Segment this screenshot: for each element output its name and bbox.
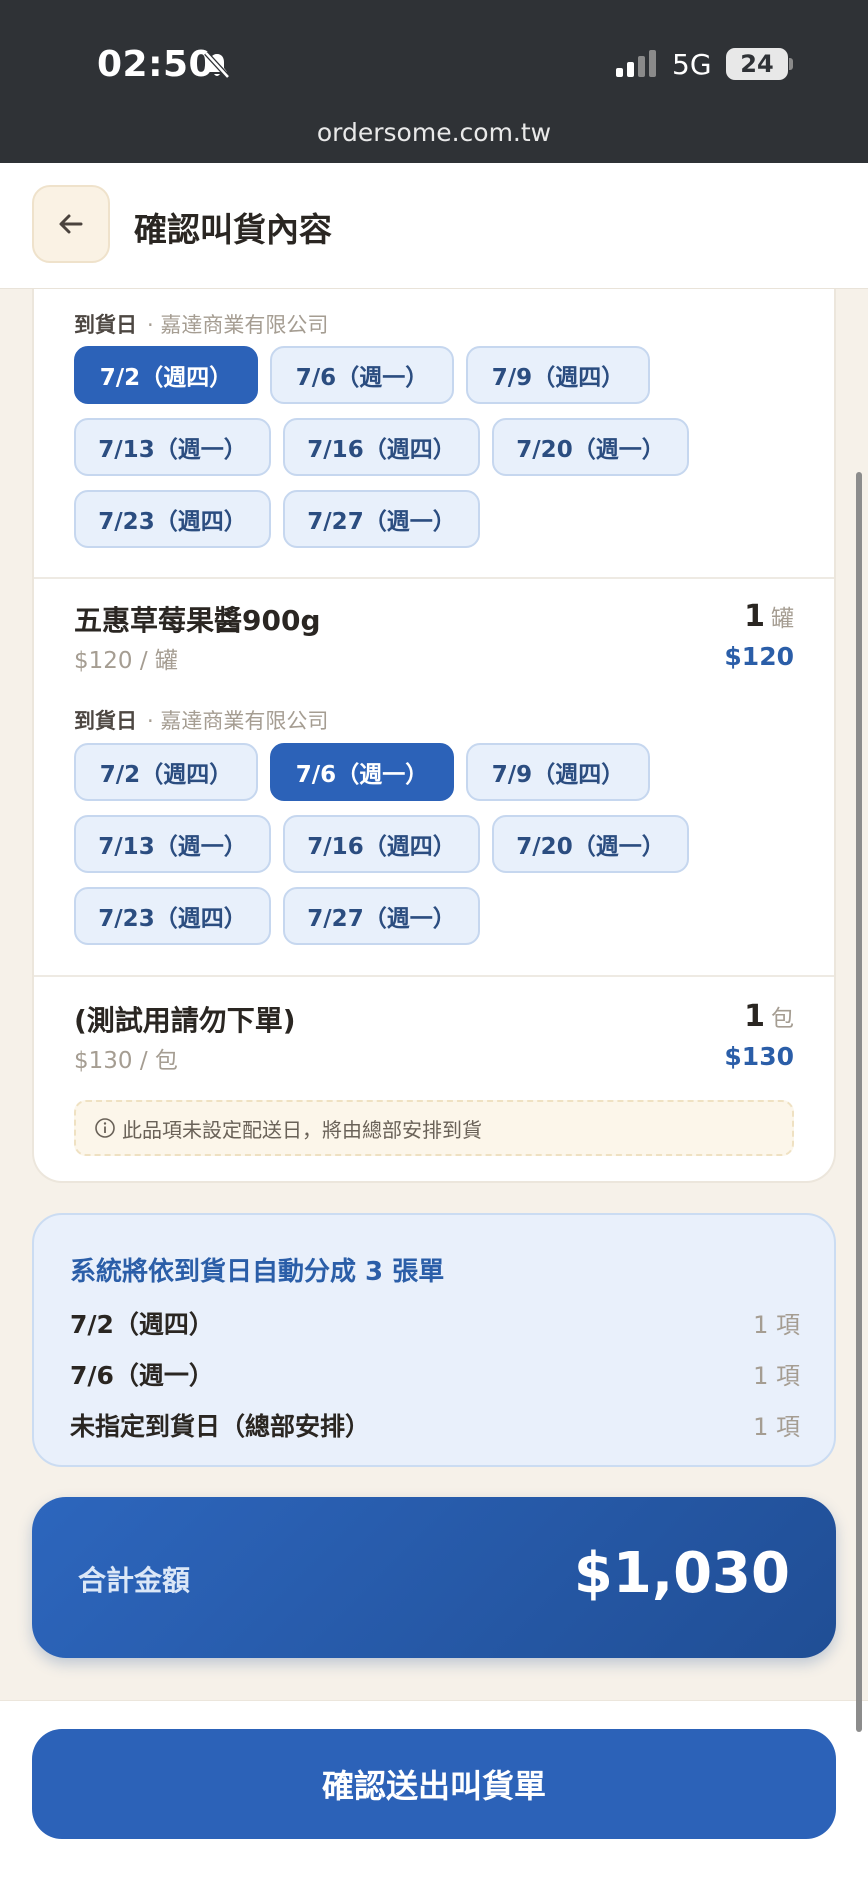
- order-total-card: 合計金額 $1,030: [32, 1497, 836, 1658]
- date-chip[interactable]: 7/13（週一）: [74, 815, 271, 873]
- line-total: $130: [724, 1042, 794, 1071]
- date-chip[interactable]: 7/6（週一）: [270, 346, 454, 404]
- order-split-summary: 系統將依到貨日自動分成 3 張單 7/2（週四） 1 項 7/6（週一） 1 項…: [32, 1213, 836, 1467]
- url-bar[interactable]: ordersome.com.tw: [0, 118, 868, 147]
- split-date: 7/6（週一）: [70, 1361, 214, 1390]
- battery-icon: 24: [726, 48, 788, 80]
- scrollbar[interactable]: [856, 472, 862, 1732]
- total-label: 合計金額: [78, 1564, 191, 1597]
- order-item: 五惠草莓果醬900g $120 / 罐 1罐 $120 到貨日 · 嘉達商業有限公…: [34, 579, 834, 975]
- order-item: 到貨日 · 嘉達商業有限公司 7/2（週四） 7/6（週一） 7/9（週四） 7/…: [34, 289, 834, 577]
- page-title: 確認叫貨內容: [134, 210, 332, 249]
- line-total: $120: [724, 642, 794, 671]
- order-item: (測試用請勿下單) $130 / 包 1包 $130 此品項未設定配送日，將由總…: [34, 977, 834, 1181]
- date-chip[interactable]: 7/2（週四）: [74, 346, 258, 404]
- quantity-unit: 罐: [771, 606, 794, 632]
- date-chip[interactable]: 7/23（週四）: [74, 887, 271, 945]
- item-quantity: 1包: [744, 999, 794, 1034]
- date-chip[interactable]: 7/16（週四）: [283, 418, 480, 476]
- back-button[interactable]: [32, 185, 110, 263]
- submit-order-button[interactable]: 確認送出叫貨單: [32, 1729, 836, 1839]
- quantity-unit: 包: [771, 1006, 794, 1032]
- quantity-value: 1: [744, 999, 765, 1034]
- date-chip[interactable]: 7/20（週一）: [492, 418, 689, 476]
- unit-price: $130 / 包: [74, 1048, 178, 1074]
- delivery-date-label: 到貨日: [74, 313, 137, 337]
- network-label: 5G: [672, 48, 712, 81]
- delivery-notice: 此品項未設定配送日，將由總部安排到貨: [74, 1100, 794, 1156]
- date-chip[interactable]: 7/16（週四）: [283, 815, 480, 873]
- supplier-name: · 嘉達商業有限公司: [147, 709, 329, 733]
- supplier-name: · 嘉達商業有限公司: [147, 313, 329, 337]
- date-chip[interactable]: 7/13（週一）: [74, 418, 271, 476]
- delivery-date-label: 到貨日: [74, 709, 137, 733]
- split-date: 未指定到貨日（總部安排）: [70, 1412, 371, 1441]
- date-chip[interactable]: 7/9（週四）: [466, 743, 650, 801]
- total-value: $1,030: [573, 1541, 790, 1606]
- delivery-date-header: 到貨日 · 嘉達商業有限公司: [74, 309, 328, 339]
- item-name: 五惠草莓果醬900g: [74, 604, 321, 637]
- order-items-card: 到貨日 · 嘉達商業有限公司 7/2（週四） 7/6（週一） 7/9（週四） 7/…: [32, 289, 836, 1183]
- bell-muted-icon: [204, 51, 230, 79]
- arrow-left-icon: [59, 214, 83, 234]
- date-chip[interactable]: 7/2（週四）: [74, 743, 258, 801]
- item-quantity: 1罐: [744, 599, 794, 634]
- bottom-action-bar: 確認送出叫貨單: [0, 1700, 868, 1886]
- split-date: 7/2（週四）: [70, 1310, 214, 1339]
- date-chip[interactable]: 7/27（週一）: [283, 887, 480, 945]
- date-chip[interactable]: 7/27（週一）: [283, 490, 480, 548]
- delivery-date-header: 到貨日 · 嘉達商業有限公司: [74, 705, 328, 735]
- date-chip[interactable]: 7/20（週一）: [492, 815, 689, 873]
- notice-text: 此品項未設定配送日，將由總部安排到貨: [122, 1117, 482, 1142]
- split-title: 系統將依到貨日自動分成 3 張單: [70, 1257, 445, 1287]
- split-count: 1 項: [753, 1413, 800, 1441]
- item-name: (測試用請勿下單): [74, 1004, 296, 1037]
- quantity-value: 1: [744, 599, 765, 634]
- status-time: 02:50: [97, 44, 215, 85]
- date-chip[interactable]: 7/23（週四）: [74, 490, 271, 548]
- signal-icon: [616, 50, 656, 77]
- info-icon: [95, 1118, 115, 1138]
- split-row: 未指定到貨日（總部安排） 1 項: [70, 1407, 800, 1443]
- page-header: 確認叫貨內容: [0, 163, 868, 289]
- date-chip[interactable]: 7/6（週一）: [270, 743, 454, 801]
- status-bar: 02:50 5G 24 ordersome.com.tw: [0, 0, 868, 163]
- split-count: 1 項: [753, 1311, 800, 1339]
- date-chip[interactable]: 7/9（週四）: [466, 346, 650, 404]
- split-row: 7/2（週四） 1 項: [70, 1305, 800, 1341]
- unit-price: $120 / 罐: [74, 648, 178, 674]
- split-count: 1 項: [753, 1362, 800, 1390]
- split-row: 7/6（週一） 1 項: [70, 1356, 800, 1392]
- battery-cap: [789, 58, 793, 70]
